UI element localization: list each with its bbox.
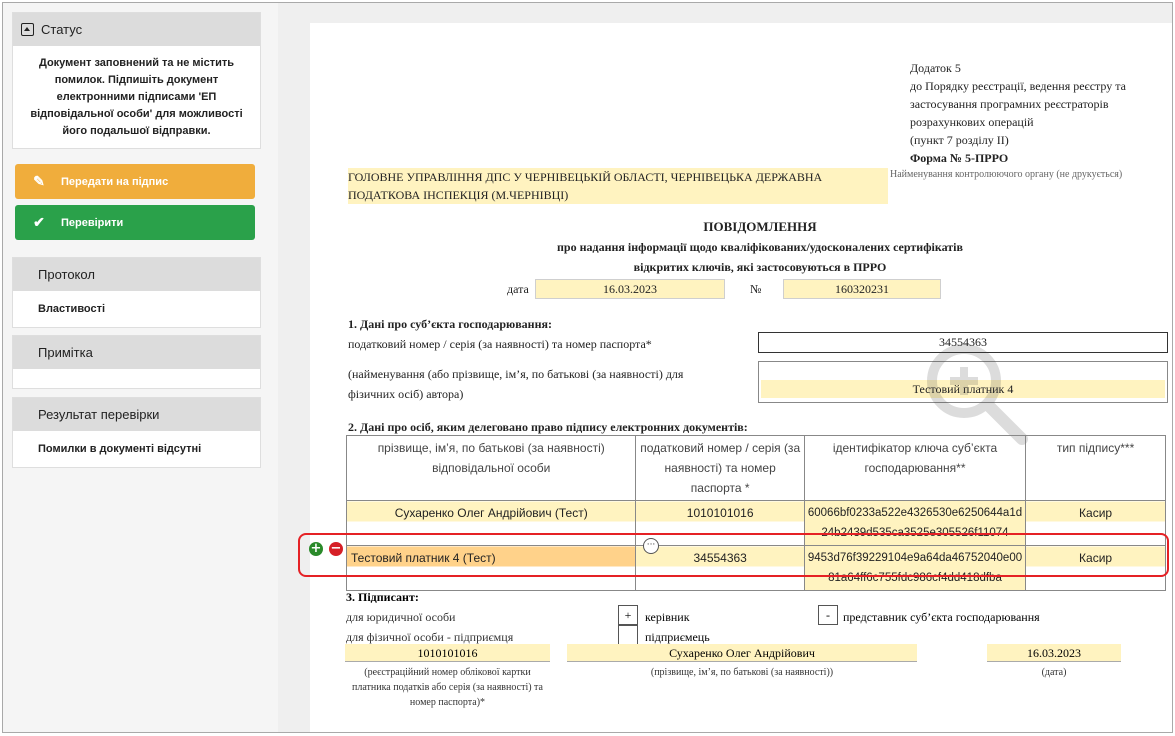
key-line: 24b2439d535ca3525e305526f11074 [821,527,1009,539]
individual-label: для фізичної особи - підприємця [346,630,514,644]
table-header: прізвище, ім’я, по батькові (за наявност… [345,435,637,501]
table-header: тип підпису*** [1025,435,1166,501]
delegate-sign-type-cell[interactable]: Касир [1025,500,1166,546]
key-line: 9453d76f39229104e9a64da46752040e00 [807,552,1023,564]
protocol-header[interactable]: Протокол [13,258,260,291]
check-result-header[interactable]: Результат перевірки [13,398,260,431]
addendum-line: застосування програмних реєстраторів [910,97,1109,111]
check-button[interactable]: ✔ Перевірити [15,205,255,240]
remove-row-icon[interactable]: − [329,542,343,556]
delegate-key-cell[interactable]: 60066bf0233a522e4326530e6250644a1d 24b24… [803,500,1027,546]
date-label: дата [507,282,529,296]
edit-icon: ✎ [33,173,45,189]
delegate-tax-id-cell[interactable]: 1010101016 [635,500,805,546]
collapse-icon[interactable] [21,23,34,36]
head-checkbox[interactable]: + [618,605,638,625]
addendum-line: розрахункових операцій [910,115,1034,129]
form-number: Форма № 5-ПРРО [910,151,1009,165]
number-field[interactable]: 160320231 [783,279,941,299]
table-row: Тестовий платник 4 (Тест) 34554363 9453d… [345,545,1166,591]
addendum-block: Додаток 5 до Порядку реєстрації, ведення… [910,59,1126,167]
status-title: Статус [41,22,83,37]
delegates-table: прізвище, ім’я, по батькові (за наявност… [345,435,1166,591]
protocol-panel: Протокол Властивості [12,257,261,328]
signer-tax-id-caption: (реєстраційний номер облікової картки пл… [345,665,550,710]
app-window: Статус Документ заповнений та не містить… [2,2,1173,733]
section2-title: 2. Дані про осіб, яким делеговано право … [348,420,748,434]
checkmark-icon: ✔ [33,214,45,230]
delegate-name-cell[interactable]: Сухаренко Олег Андрійович (Тест) [345,500,637,546]
check-result-panel: Результат перевірки Помилки в документі … [12,397,261,468]
note-header[interactable]: Примітка [13,336,260,369]
add-row-icon[interactable]: + [309,542,323,556]
status-panel: Статус Документ заповнений та не містить… [12,12,261,149]
note-body [13,369,260,393]
authority-note: Найменування контролюючого органу (не др… [890,169,1123,180]
name-value: Тестовий платник 4 [761,380,1165,398]
caption-line: номер паспорта)* [409,697,486,708]
name-label-2: фізичних осіб) автора) [348,387,464,401]
status-header[interactable]: Статус [13,13,260,46]
tax-id-label: податковий номер / серія (за наявності) … [348,337,652,351]
representative-checkbox[interactable]: - [818,605,838,625]
send-to-sign-label: Передати на підпис [61,175,169,188]
representative-label: представник суб’єкта господарювання [843,610,1040,624]
number-label: № [750,282,762,296]
document-title: ПОВІДОМЛЕННЯ [703,219,817,234]
delegate-tax-id-cell[interactable]: 34554363 [635,545,805,591]
signer-date-caption: (дата) [1041,667,1067,678]
addendum-line: Додаток 5 [910,61,961,75]
name-field[interactable]: Тестовий платник 4 [758,361,1168,403]
delegate-sign-type-cell[interactable]: Касир [1025,545,1166,591]
note-panel: Примітка [12,335,261,389]
signer-name-field[interactable]: Сухаренко Олег Андрійович [567,644,917,662]
table-header-row: прізвище, ім’я, по батькові (за наявност… [345,435,1166,501]
entrepreneur-checkbox[interactable] [618,625,638,645]
date-field[interactable]: 16.03.2023 [535,279,725,299]
section1-title: 1. Дані про суб’єкта господарювання: [348,317,552,331]
table-header: ідентифікатор ключа суб’єкта господарюва… [803,435,1027,501]
key-line: 81a64ff6c755fdc986cf4dd418dfba [828,572,1002,584]
check-result-text: Помилки в документі відсутні [38,443,202,455]
signer-date-field[interactable]: 16.03.2023 [987,644,1121,662]
status-message: Документ заповнений та не містить помило… [30,57,243,137]
signer-tax-id-field[interactable]: 1010101016 [345,644,550,662]
sidebar: Статус Документ заповнений та не містить… [3,3,278,732]
addendum-line: до Порядку реєстрації, ведення реєстру т… [910,79,1126,93]
name-label-1: (найменування (або прізвище, ім’я, по ба… [348,367,684,381]
section3-title: 3. Підписант: [346,590,419,604]
document-page: Додаток 5 до Порядку реєстрації, ведення… [310,23,1172,732]
caption-line: (реєстраційний номер облікової картки [364,667,531,678]
document-subtitle-2: відкритих ключів, які застосовуються в П… [633,260,887,274]
tax-id-field[interactable]: 34554363 [758,332,1168,353]
send-to-sign-button[interactable]: ✎ Передати на підпис [15,164,255,199]
table-header: податковий номер / серія (за наявності) … [635,435,805,501]
delegate-name-cell[interactable]: Тестовий платник 4 (Тест) [345,545,637,591]
table-row: Сухаренко Олег Андрійович (Тест) 1010101… [345,500,1166,546]
authority-field[interactable]: ГОЛОВНЕ УПРАВЛІННЯ ДПС У ЧЕРНІВЕЦЬКІЙ ОБ… [348,168,888,204]
properties-link[interactable]: Властивості [13,291,260,327]
more-options-icon[interactable]: ··· [643,538,659,554]
key-line: 60066bf0233a522e4326530e6250644a1d [807,507,1023,519]
check-label: Перевірити [61,216,124,229]
signer-name-caption: (прізвище, ім’я, по батькові (за наявнос… [650,667,834,678]
head-label: керівник [645,610,690,624]
document-subtitle-1: про надання інформації щодо кваліфікован… [557,240,963,254]
caption-line: платника податків або серія (за наявност… [352,682,543,693]
addendum-line: (пункт 7 розділу ІІ) [910,133,1009,147]
delegate-key-cell[interactable]: 9453d76f39229104e9a64da46752040e00 81a64… [803,545,1027,591]
legal-entity-label: для юридичної особи [346,610,456,624]
entrepreneur-label: підприємець [645,630,710,644]
